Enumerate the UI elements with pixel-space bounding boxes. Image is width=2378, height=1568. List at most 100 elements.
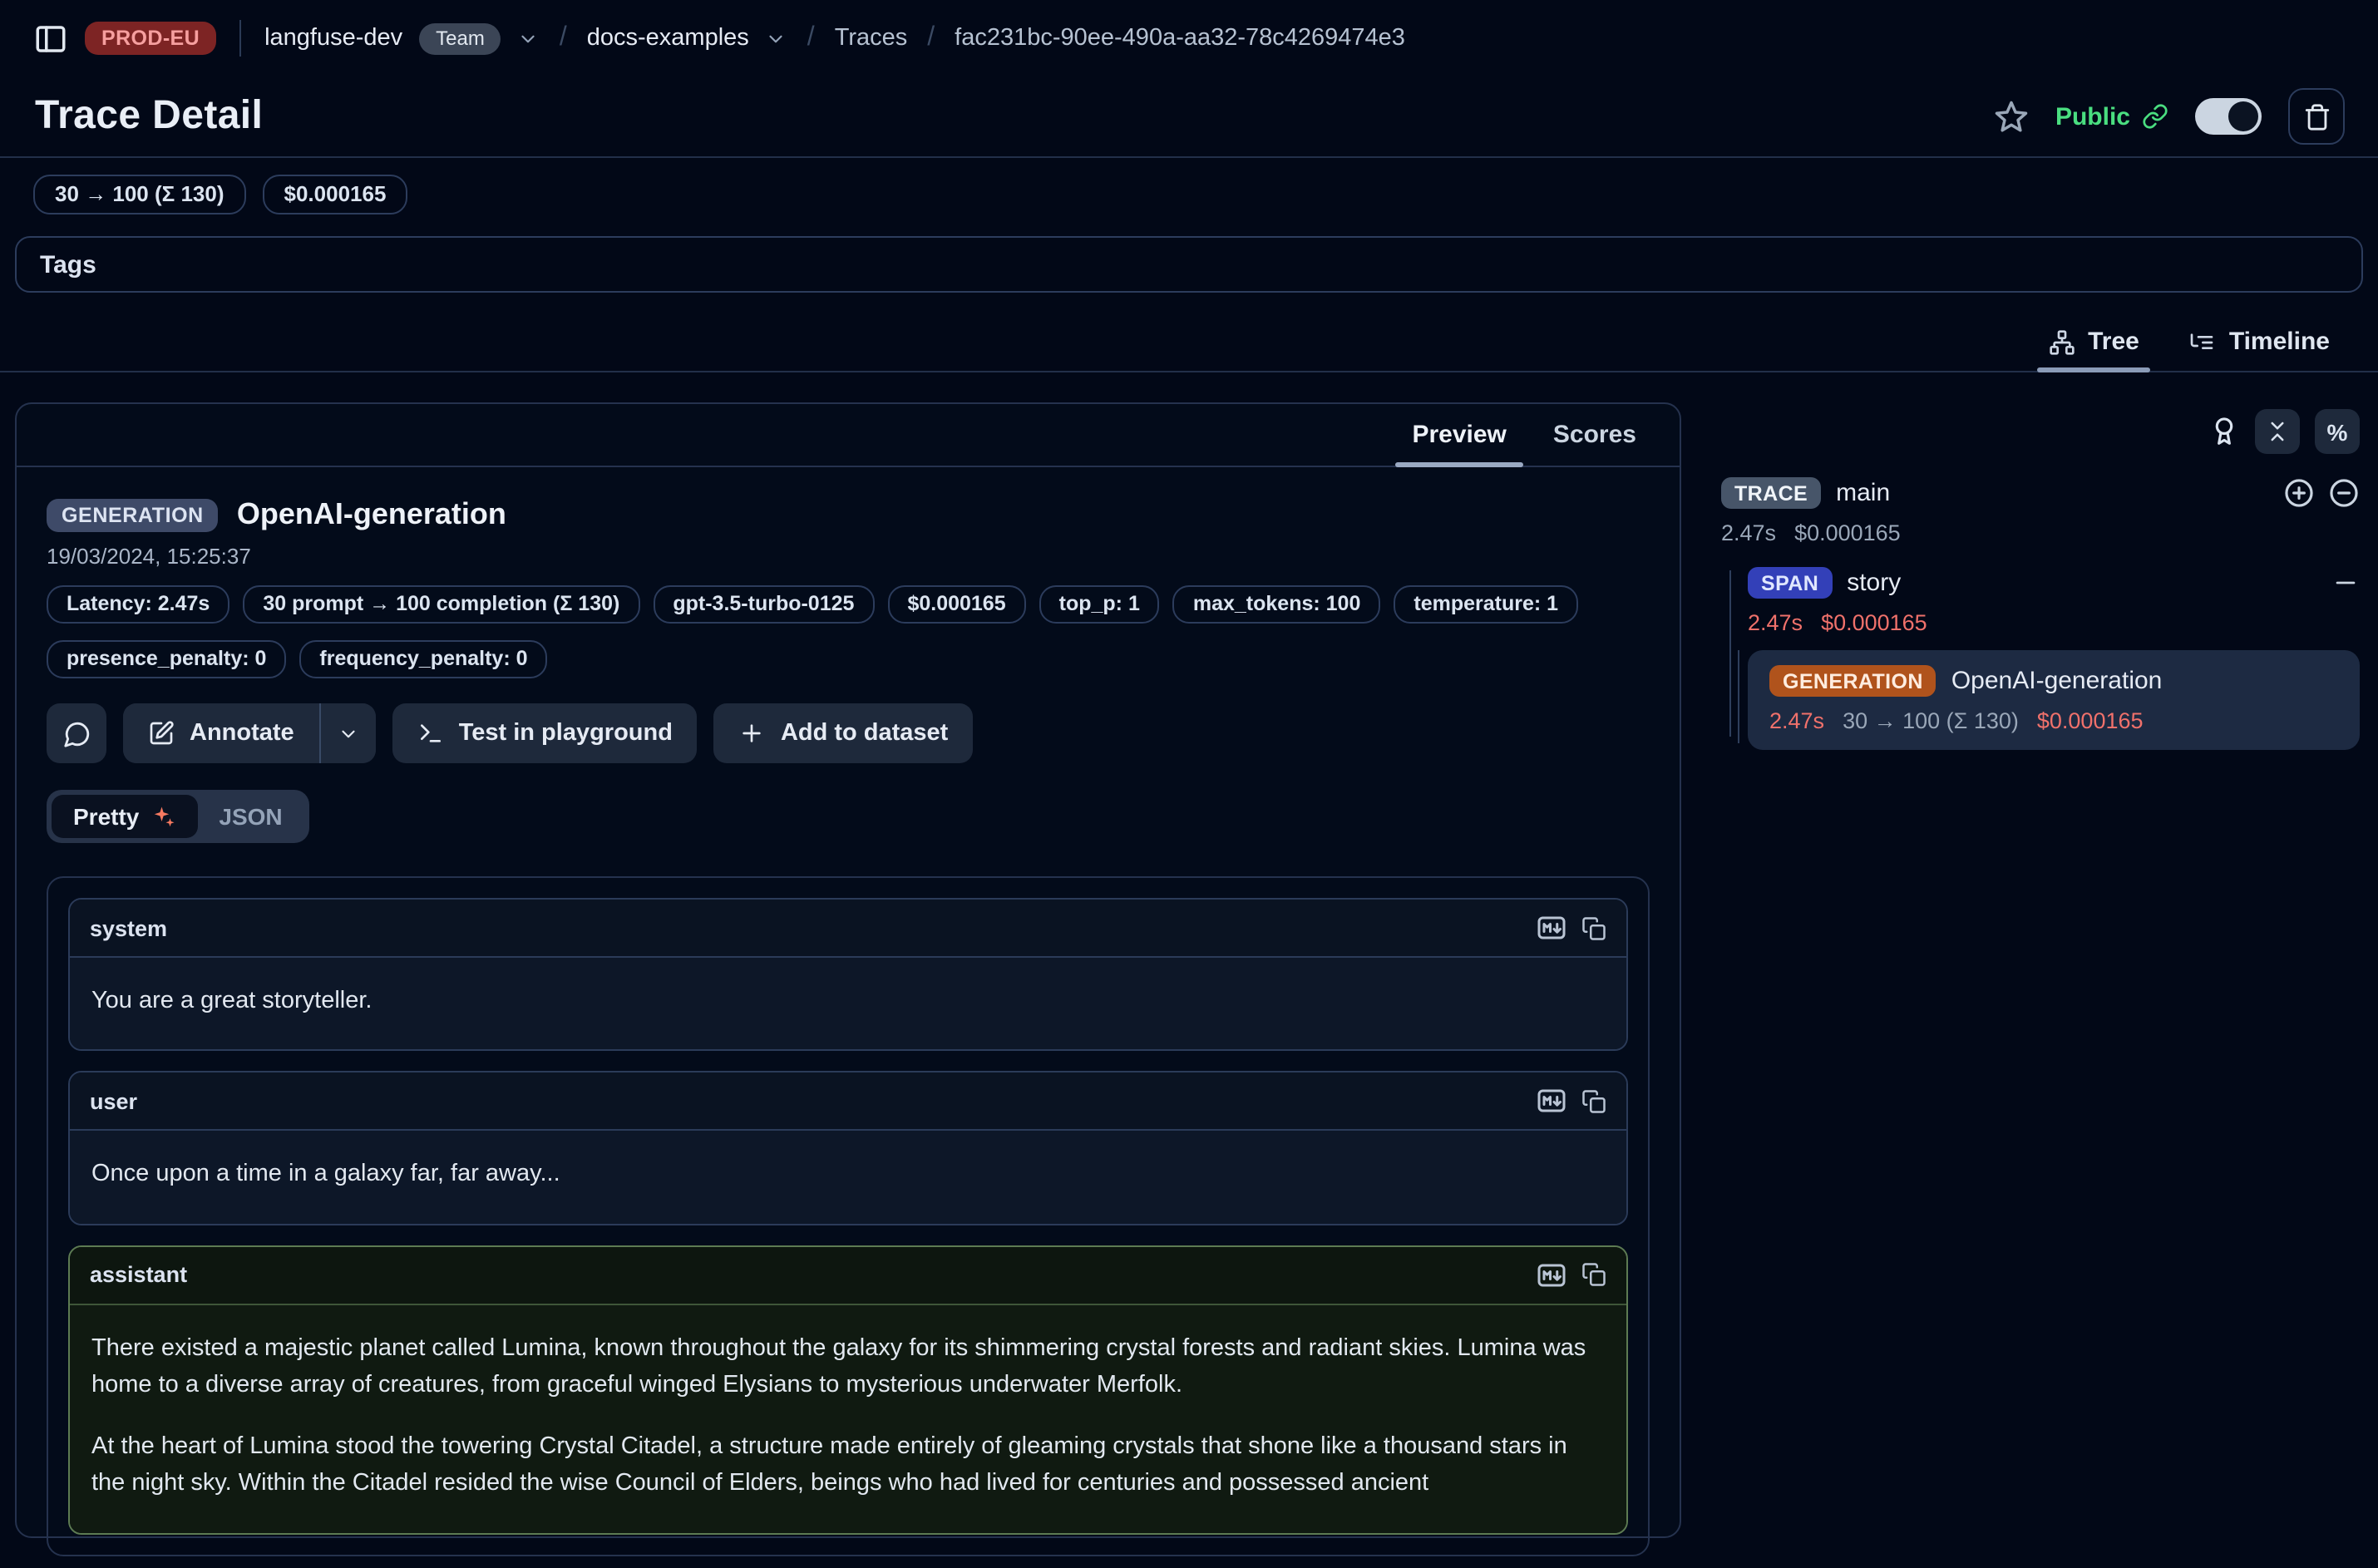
breadcrumb-separator: / bbox=[924, 23, 938, 53]
toggle-metrics-button[interactable]: % bbox=[2315, 409, 2360, 454]
breadcrumb-traces[interactable]: Traces bbox=[835, 25, 908, 52]
tab-timeline[interactable]: Timeline bbox=[2171, 313, 2348, 371]
format-json-segment[interactable]: JSON bbox=[197, 795, 303, 838]
delete-trace-button[interactable] bbox=[2288, 88, 2345, 145]
observation-title: OpenAI-generation bbox=[237, 497, 506, 532]
view-tabs: Tree Timeline bbox=[0, 313, 2378, 372]
top-p-badge[interactable]: top_p: 1 bbox=[1039, 585, 1160, 624]
token-usage-badge[interactable]: 30 → 100 (Σ 130) bbox=[33, 175, 246, 214]
format-toggle: Pretty JSON bbox=[47, 790, 309, 843]
trace-name: main bbox=[1836, 479, 1890, 507]
format-pretty-segment[interactable]: Pretty bbox=[52, 795, 197, 838]
max-tokens-badge[interactable]: max_tokens: 100 bbox=[1173, 585, 1381, 624]
generation-type-badge: GENERATION bbox=[1769, 665, 1936, 697]
metric-badges-row-2: presence_penalty: 0 frequency_penalty: 0 bbox=[47, 640, 1650, 678]
model-badge[interactable]: gpt-3.5-turbo-0125 bbox=[653, 585, 874, 624]
expand-all-icon[interactable] bbox=[2283, 477, 2315, 509]
markdown-toggle-icon[interactable] bbox=[1537, 1260, 1566, 1290]
observation-panel: Preview Scores GENERATION OpenAI-generat… bbox=[15, 402, 1681, 1538]
breadcrumb-project[interactable]: docs-examples bbox=[587, 25, 749, 52]
trace-latency: 2.47s bbox=[1721, 520, 1776, 545]
sidebar-toggle-icon[interactable] bbox=[33, 21, 68, 56]
message-header: system bbox=[70, 900, 1626, 958]
playground-button[interactable]: Test in playground bbox=[392, 703, 698, 763]
org-plan-badge: Team bbox=[419, 22, 501, 54]
generation-name: OpenAI-generation bbox=[1951, 667, 2163, 695]
playground-label: Test in playground bbox=[459, 720, 673, 747]
span-cost: $0.000165 bbox=[1821, 610, 1927, 635]
span-type-badge: SPAN bbox=[1748, 567, 1832, 599]
tab-tree[interactable]: Tree bbox=[2030, 313, 2158, 371]
message-content: Once upon a time in a galaxy far, far aw… bbox=[70, 1132, 1626, 1224]
message-content: You are a great storyteller. bbox=[70, 958, 1626, 1050]
tags-box[interactable]: Tags bbox=[15, 236, 2363, 293]
metric-badges-row-1: Latency: 2.47s 30 prompt → 100 completio… bbox=[47, 585, 1650, 624]
comment-button[interactable] bbox=[47, 703, 106, 763]
markdown-toggle-icon[interactable] bbox=[1537, 913, 1566, 943]
observation-detail: GENERATION OpenAI-generation 19/03/2024,… bbox=[17, 467, 1680, 1568]
message-header: assistant bbox=[70, 1247, 1626, 1305]
panel-tabs: Preview Scores bbox=[17, 404, 1680, 467]
message-role: system bbox=[90, 915, 167, 940]
markdown-toggle-icon[interactable] bbox=[1537, 1087, 1566, 1117]
public-link[interactable]: Public bbox=[2055, 102, 2168, 131]
temperature-badge[interactable]: temperature: 1 bbox=[1394, 585, 1578, 624]
breadcrumb: PROD-EU langfuse-dev Team / docs-example… bbox=[0, 0, 2378, 76]
breadcrumb-trace-id[interactable]: fac231bc-90ee-490a-aa32-78c4269474e3 bbox=[955, 25, 1405, 52]
presence-penalty-badge[interactable]: presence_penalty: 0 bbox=[47, 640, 286, 678]
span-name: story bbox=[1847, 569, 1901, 597]
breadcrumb-separator: / bbox=[556, 23, 570, 53]
chevron-down-icon[interactable] bbox=[518, 27, 540, 49]
copy-icon[interactable] bbox=[1581, 915, 1606, 940]
collapse-node-icon[interactable] bbox=[2328, 477, 2360, 509]
toggle-knob bbox=[2228, 101, 2258, 131]
plus-icon bbox=[739, 720, 766, 747]
tree-children: SPAN story 2.47s $0.000165 GENERA bbox=[1721, 567, 2360, 750]
span-latency: 2.47s bbox=[1748, 610, 1803, 635]
cost-badge[interactable]: $0.000165 bbox=[263, 175, 408, 214]
observation-type-badge: GENERATION bbox=[47, 498, 219, 531]
timeline-icon bbox=[2189, 328, 2216, 355]
add-to-dataset-button[interactable]: Add to dataset bbox=[714, 703, 973, 763]
environment-badge[interactable]: PROD-EU bbox=[85, 22, 216, 55]
breadcrumb-org[interactable]: langfuse-dev bbox=[264, 25, 402, 52]
trace-tree: % TRACE main 2.47s $0.000165 bbox=[1721, 402, 2360, 750]
tree-node-trace[interactable]: TRACE main 2.47s $0.000165 bbox=[1721, 477, 2360, 545]
message-assistant: assistant There existed a majestic plane… bbox=[68, 1245, 1628, 1535]
pen-square-icon bbox=[148, 720, 175, 747]
divider bbox=[239, 20, 241, 57]
tab-preview[interactable]: Preview bbox=[1392, 404, 1526, 466]
chevron-down-icon bbox=[338, 722, 359, 744]
annotate-split-button: Annotate bbox=[123, 703, 376, 763]
add-to-dataset-label: Add to dataset bbox=[781, 720, 948, 747]
observation-timestamp: 19/03/2024, 15:25:37 bbox=[47, 544, 1650, 569]
collapse-all-button[interactable] bbox=[2255, 409, 2300, 454]
minus-collapse-icon[interactable] bbox=[2331, 569, 2360, 597]
annotate-button[interactable]: Annotate bbox=[123, 703, 319, 763]
copy-icon[interactable] bbox=[1581, 1263, 1606, 1288]
tree-children: GENERATION OpenAI-generation 2.47s 30 → … bbox=[1748, 650, 2360, 750]
chevron-down-icon[interactable] bbox=[766, 27, 787, 49]
message-content: There existed a majestic planet called L… bbox=[70, 1305, 1626, 1533]
tab-scores[interactable]: Scores bbox=[1533, 404, 1656, 466]
trash-icon bbox=[2302, 102, 2331, 131]
frequency-penalty-badge[interactable]: frequency_penalty: 0 bbox=[299, 640, 547, 678]
divider bbox=[0, 156, 2378, 158]
cost-badge[interactable]: $0.000165 bbox=[887, 585, 1025, 624]
tree-node-generation-selected[interactable]: GENERATION OpenAI-generation 2.47s 30 → … bbox=[1748, 650, 2360, 750]
latency-badge[interactable]: Latency: 2.47s bbox=[47, 585, 229, 624]
bookmark-star-icon[interactable] bbox=[1994, 99, 2029, 134]
annotate-dropdown-button[interactable] bbox=[321, 703, 376, 763]
observation-header: GENERATION OpenAI-generation bbox=[47, 497, 1650, 532]
scores-award-icon[interactable] bbox=[2208, 416, 2240, 447]
copy-icon[interactable] bbox=[1581, 1089, 1606, 1114]
tree-node-span[interactable]: SPAN story 2.47s $0.000165 bbox=[1748, 567, 2360, 635]
messages-container: system You are a great storyteller. bbox=[47, 876, 1650, 1556]
message-system: system You are a great storyteller. bbox=[68, 898, 1628, 1052]
token-usage-badge[interactable]: 30 prompt → 100 completion (Σ 130) bbox=[243, 585, 639, 624]
message-user: user Once upon a time in a galaxy far, f… bbox=[68, 1072, 1628, 1225]
sparkles-icon bbox=[150, 804, 175, 829]
tags-label: Tags bbox=[40, 250, 96, 279]
public-toggle[interactable] bbox=[2195, 98, 2262, 135]
title-row: Trace Detail Public bbox=[0, 76, 2378, 156]
